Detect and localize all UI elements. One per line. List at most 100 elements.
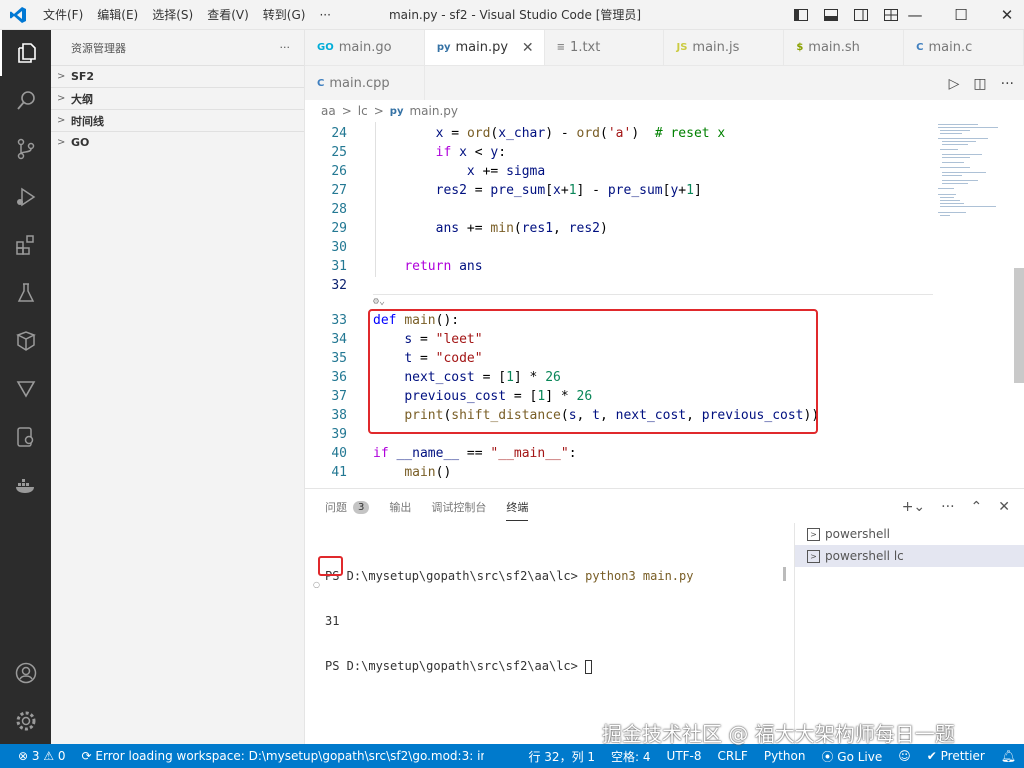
- more-actions-icon[interactable]: ···: [941, 499, 954, 515]
- cpp-file-icon: C: [317, 78, 325, 89]
- menu-view[interactable]: 查看(V): [200, 0, 256, 30]
- toggle-primary-sidebar-icon[interactable]: [786, 9, 816, 21]
- language-mode[interactable]: Python: [756, 749, 814, 763]
- editor-scrollbar[interactable]: [1014, 268, 1024, 383]
- prettier-status[interactable]: ✔ Prettier: [919, 749, 993, 763]
- chevron-right-icon: >: [57, 137, 66, 148]
- line-number: 38: [331, 408, 347, 423]
- notifications-bell-icon[interactable]: 🔔︎: [993, 749, 1024, 763]
- terminal-output[interactable]: PS D:\mysetup\gopath\src\sf2\aa\lc> pyth…: [325, 541, 693, 704]
- section-sf2[interactable]: > SF2: [51, 65, 304, 87]
- tab-label: main.py: [455, 40, 509, 55]
- tab-problems[interactable]: 问题 3: [325, 489, 370, 525]
- tab-main-c[interactable]: Cmain.c: [904, 30, 1024, 65]
- section-go[interactable]: > GO: [51, 131, 304, 153]
- title-bar: 文件(F) 编辑(E) 选择(S) 查看(V) 转到(G) ··· main.p…: [0, 0, 1024, 30]
- split-editor-icon[interactable]: ◫: [973, 76, 986, 92]
- line-number: 41: [331, 465, 347, 480]
- maximize-panel-icon[interactable]: ⌃: [971, 499, 983, 515]
- menu-file[interactable]: 文件(F): [36, 0, 90, 30]
- tab-label: 调试控制台: [431, 501, 487, 514]
- line-number: 35: [331, 351, 347, 366]
- breadcrumb-separator: >: [373, 104, 384, 118]
- line-number: 28: [331, 202, 347, 217]
- explorer-icon[interactable]: [0, 30, 51, 76]
- tab-main-go[interactable]: GO main.go: [305, 30, 425, 65]
- tab-label: 问题: [325, 501, 347, 514]
- js-file-icon: JS: [676, 42, 688, 53]
- breadcrumb-aa[interactable]: aa: [321, 104, 336, 118]
- extensions-icon[interactable]: [0, 222, 51, 268]
- new-terminal-icon[interactable]: +⌄: [902, 499, 925, 515]
- bottom-panel: 问题 3 输出 调试控制台 终端 +⌄ ··· ⌃ ✕ PS D:\mysetup…: [305, 488, 1024, 745]
- source-control-icon[interactable]: [0, 126, 51, 172]
- tab-1-txt[interactable]: ≡ 1.txt: [545, 30, 665, 65]
- status-bar-right: 行 32，列 1 空格: 4 UTF-8 CRLF Python ⦿ Go Li…: [520, 744, 1024, 768]
- terminal-icon: >: [807, 527, 820, 541]
- section-label: 时间线: [71, 114, 104, 128]
- close-panel-icon[interactable]: ✕: [998, 499, 1010, 515]
- terminal-item[interactable]: > powershell: [795, 523, 1024, 545]
- breadcrumb-lc[interactable]: lc: [358, 104, 368, 118]
- filter-icon[interactable]: [0, 366, 51, 412]
- terminal-prompt: PS D:\mysetup\gopath\src\sf2\aa\lc>: [325, 569, 586, 583]
- problems-status[interactable]: ⊗ 3 ⚠ 0: [0, 749, 74, 763]
- tab-main-sh[interactable]: $ main.sh: [784, 30, 905, 65]
- menu-go[interactable]: 转到(G): [256, 0, 313, 30]
- line-number: 30: [331, 240, 347, 255]
- line-number: 29: [331, 221, 347, 236]
- more-actions-icon[interactable]: ···: [1001, 76, 1014, 92]
- remote-explorer-icon[interactable]: [0, 318, 51, 364]
- encoding[interactable]: UTF-8: [659, 749, 710, 763]
- line-number: 33: [331, 313, 347, 328]
- terminal-item-selected[interactable]: > powershell lc: [795, 545, 1024, 567]
- maximize-button[interactable]: ☐: [938, 0, 984, 30]
- run-file-icon[interactable]: ▷: [949, 76, 960, 92]
- tab-output[interactable]: 输出: [389, 489, 411, 525]
- settings-gear-icon[interactable]: [0, 698, 51, 744]
- run-debug-icon[interactable]: [0, 174, 51, 220]
- terminal-scrollbar[interactable]: [783, 567, 786, 581]
- terminal-icon: >: [807, 549, 820, 563]
- cursor-position[interactable]: 行 32，列 1: [520, 748, 603, 765]
- go-live-button[interactable]: ⦿ Go Live: [813, 748, 890, 765]
- terminal-command: python3 main.py: [585, 569, 694, 583]
- account-icon[interactable]: [0, 650, 51, 696]
- indentation[interactable]: 空格: 4: [603, 748, 659, 765]
- code-line-27: res2 = pre_sum[x+1] - pre_sum[y+1]: [435, 183, 702, 198]
- search-icon[interactable]: [0, 78, 51, 124]
- line-number: 36: [331, 370, 347, 385]
- menu-edit[interactable]: 编辑(E): [90, 0, 145, 30]
- line-ending[interactable]: CRLF: [710, 749, 756, 763]
- tab-main-cpp[interactable]: Cmain.cpp: [305, 66, 425, 101]
- line-number: 25: [331, 145, 347, 160]
- minimap[interactable]: [934, 122, 1014, 232]
- explorer-more-button[interactable]: ···: [280, 41, 291, 54]
- toggle-panel-icon[interactable]: [816, 9, 846, 21]
- workspace-error-message: Error loading workspace: D:\mysetup\gopa…: [95, 749, 483, 763]
- workspace-error-status[interactable]: ⟳ Error loading workspace: D:\mysetup\go…: [74, 749, 484, 763]
- code-lens-icon[interactable]: ⚙⌄: [373, 296, 385, 307]
- chevron-right-icon: >: [57, 71, 66, 82]
- tab-main-py[interactable]: py main.py ✕: [424, 30, 545, 65]
- status-bar: ⊗ 3 ⚠ 0 ⟳ Error loading workspace: D:\my…: [0, 744, 1024, 768]
- remote-settings-icon[interactable]: [0, 414, 51, 460]
- menu-more[interactable]: ···: [312, 0, 337, 30]
- tab-main-js[interactable]: JS main.js: [664, 30, 785, 65]
- tab-debug-console[interactable]: 调试控制台: [431, 489, 486, 525]
- minimize-button[interactable]: —: [892, 0, 938, 30]
- feedback-icon[interactable]: ☺: [890, 749, 919, 763]
- tab-label: 1.txt: [570, 40, 601, 55]
- section-label: 大纲: [71, 92, 93, 106]
- menu-selection[interactable]: 选择(S): [145, 0, 200, 30]
- testing-icon[interactable]: [0, 270, 51, 316]
- section-outline[interactable]: > 大纲: [51, 87, 304, 109]
- tab-terminal[interactable]: 终端: [506, 489, 529, 525]
- close-button[interactable]: ✕: [984, 0, 1024, 30]
- breadcrumb-file[interactable]: main.py: [409, 104, 458, 118]
- close-icon[interactable]: ✕: [522, 40, 534, 56]
- section-timeline[interactable]: > 时间线: [51, 109, 304, 131]
- docker-icon[interactable]: [0, 462, 51, 508]
- explorer-sidebar: 资源管理器 ··· > SF2 > 大纲 > 时间线 > GO: [51, 30, 305, 744]
- toggle-secondary-sidebar-icon[interactable]: [846, 9, 876, 21]
